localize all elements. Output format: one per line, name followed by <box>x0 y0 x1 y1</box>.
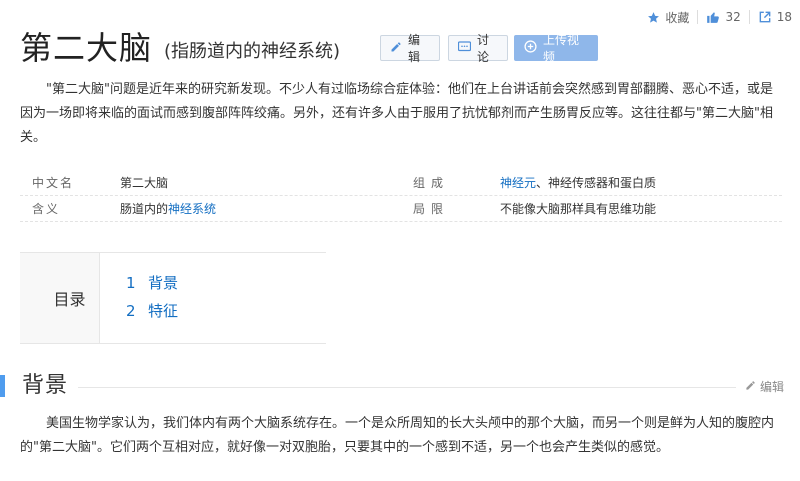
section-body: 美国生物学家认为，我们体内有两个大脑系统存在。一个是众所周知的长大头颅中的那个大… <box>20 412 780 460</box>
like-count: 32 <box>725 10 741 24</box>
toc-item-number: 1 <box>126 274 136 292</box>
edit-label: 编辑 <box>408 33 421 64</box>
toc-item-features[interactable]: 2 特征 <box>126 297 178 325</box>
upload-label: 上传视频 <box>543 33 580 64</box>
toc-item-background[interactable]: 1 背景 <box>126 269 178 297</box>
discuss-button[interactable]: 讨论 <box>448 33 508 64</box>
info-row: 中文名 第二大脑 组成 神经元、神经传感器和蛋白质 <box>20 170 782 196</box>
info-value: 肠道内的神经系统 <box>120 200 410 217</box>
table-of-contents: 目录 1 背景 2 特征 <box>20 252 326 344</box>
like-button[interactable]: 32 <box>698 8 748 26</box>
page-title: 第二大脑 <box>20 29 153 67</box>
info-key: 中文名 <box>32 176 75 190</box>
plus-circle-icon <box>524 40 537 56</box>
upload-video-button[interactable]: 上传视频 <box>514 33 598 64</box>
toc-label: 目录 <box>20 253 100 343</box>
info-row: 含义 肠道内的神经系统 局限 不能像大脑那样具有思维功能 <box>20 196 782 222</box>
nervous-system-link[interactable]: 神经系统 <box>168 202 216 216</box>
info-value-pre: 肠道内的 <box>120 202 169 216</box>
comment-icon <box>457 40 472 56</box>
basic-info-table: 中文名 第二大脑 组成 神经元、神经传感器和蛋白质 含义 肠道内的神经系统 局限… <box>20 170 782 222</box>
info-value: 第二大脑 <box>120 176 169 190</box>
pencil-icon <box>390 41 402 56</box>
pencil-icon <box>745 380 756 394</box>
thumbs-up-icon <box>706 10 720 24</box>
info-value-rest: 、神经传感器和蛋白质 <box>536 176 657 190</box>
share-button[interactable]: 18 <box>750 8 800 26</box>
info-key: 含义 <box>32 202 61 216</box>
toc-item-label: 背景 <box>148 274 179 292</box>
toc-item-number: 2 <box>126 302 136 320</box>
top-actions: 收藏 32 18 <box>639 8 800 26</box>
share-count: 18 <box>776 10 792 24</box>
section-accent-bar <box>0 375 5 397</box>
section-edit-label: 编辑 <box>760 380 785 394</box>
section-title: 背景 <box>22 373 69 398</box>
favorite-label: 收藏 <box>665 10 690 25</box>
info-key: 组成 <box>413 176 450 190</box>
info-value: 不能像大脑那样具有思维功能 <box>500 202 657 216</box>
page-subtitle: (指肠道内的神经系统) <box>164 41 341 62</box>
info-value: 神经元、神经传感器和蛋白质 <box>500 174 656 191</box>
section-edit-button[interactable]: 编辑 <box>745 378 784 395</box>
section-text: 美国生物学家认为，我们体内有两个大脑系统存在。一个是众所周知的长大头颅中的那个大… <box>20 416 775 455</box>
share-icon <box>758 10 772 24</box>
summary: "第二大脑"问题是近年来的研究新发现。不少人有过临场综合症体验：他们在上台讲话前… <box>20 78 780 150</box>
info-key: 局限 <box>413 202 450 216</box>
favorite-button[interactable]: 收藏 <box>639 8 697 26</box>
neuron-link[interactable]: 神经元 <box>500 176 536 190</box>
summary-text: "第二大脑"问题是近年来的研究新发现。不少人有过临场综合症体验：他们在上台讲话前… <box>20 82 773 145</box>
star-icon <box>647 11 660 24</box>
toc-item-label: 特征 <box>148 302 179 320</box>
discuss-label: 讨论 <box>477 33 490 64</box>
toc-list: 1 背景 2 特征 <box>100 253 178 343</box>
edit-button[interactable]: 编辑 <box>380 33 440 64</box>
section-divider <box>78 387 736 388</box>
title-row: 第二大脑 (指肠道内的神经系统) <box>20 28 340 68</box>
